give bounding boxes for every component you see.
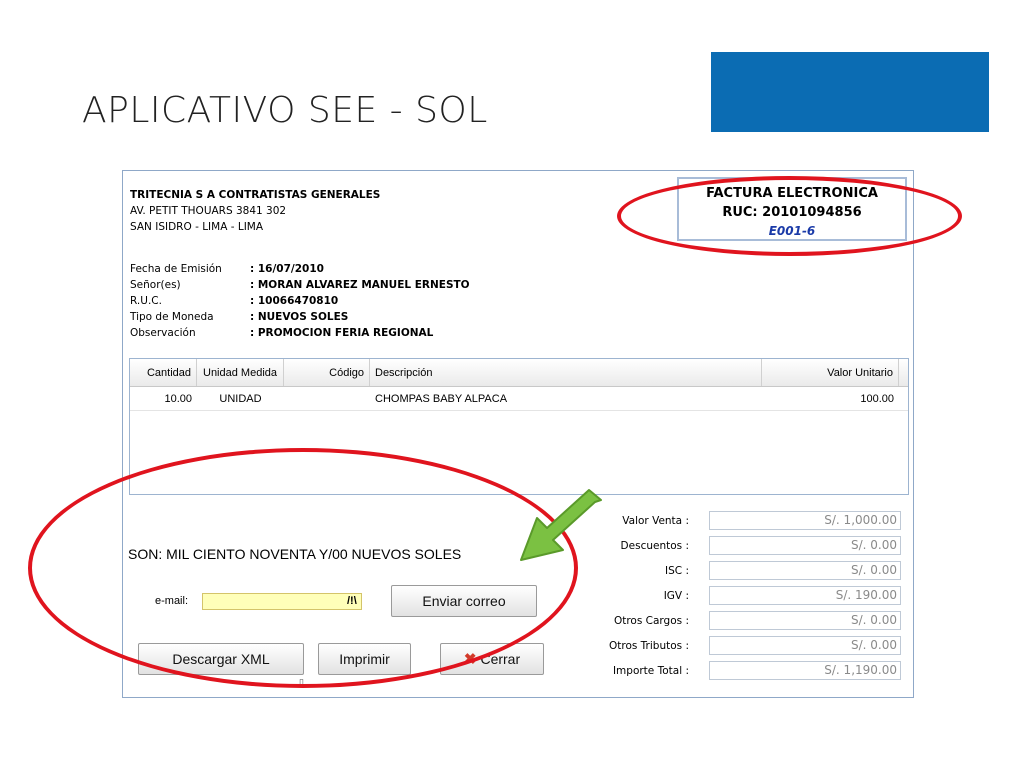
meta-value: : NUEVOS SOLES bbox=[250, 311, 349, 323]
total-row: ISC : S/. 0.00 bbox=[603, 559, 903, 584]
meta-label: Señor(es) bbox=[130, 279, 181, 291]
total-row: Descuentos : S/. 0.00 bbox=[603, 534, 903, 559]
meta-label: Observación bbox=[130, 327, 196, 339]
total-label: Importe Total : bbox=[612, 665, 689, 677]
total-label: Descuentos : bbox=[620, 540, 689, 552]
total-row: Importe Total : S/. 1,190.00 bbox=[603, 659, 903, 684]
total-label: Otros Cargos : bbox=[613, 615, 689, 627]
meta-row: R.U.C. : 10066470810 bbox=[130, 293, 470, 309]
meta-row: Fecha de Emisión : 16/07/2010 bbox=[130, 261, 470, 277]
total-row: Otros Tributos : S/. 0.00 bbox=[603, 634, 903, 659]
column-header-valor-unitario[interactable]: Valor Unitario bbox=[762, 359, 899, 386]
total-value-field: S/. 1,000.00 bbox=[709, 511, 901, 530]
green-arrow-icon bbox=[520, 489, 602, 561]
meta-label: R.U.C. bbox=[130, 295, 162, 307]
cell-unidad: UNIDAD bbox=[219, 392, 262, 405]
accent-block bbox=[711, 52, 989, 132]
cell-descripcion: CHOMPAS BABY ALPACA bbox=[375, 392, 508, 405]
slide-title: APLICATIVO SEE - SOL bbox=[82, 90, 488, 131]
total-value-field: S/. 0.00 bbox=[709, 536, 901, 555]
meta-label: Tipo de Moneda bbox=[130, 311, 214, 323]
total-label: ISC : bbox=[665, 565, 689, 577]
meta-row: Tipo de Moneda : NUEVOS SOLES bbox=[130, 309, 470, 325]
total-value-field: S/. 0.00 bbox=[709, 561, 901, 580]
column-header-unidad[interactable]: Unidad Medida bbox=[197, 359, 284, 386]
cell-cantidad: 10.00 bbox=[164, 392, 192, 405]
meta-value: : 10066470810 bbox=[250, 295, 339, 307]
total-label: IGV : bbox=[663, 590, 689, 602]
cell-valor-unitario: 100.00 bbox=[860, 392, 894, 405]
total-row: Otros Cargos : S/. 0.00 bbox=[603, 609, 903, 634]
company-info: TRITECNIA S A CONTRATISTAS GENERALES AV.… bbox=[130, 187, 380, 235]
total-row: IGV : S/. 190.00 bbox=[603, 584, 903, 609]
total-value-field: S/. 1,190.00 bbox=[709, 661, 901, 680]
company-name: TRITECNIA S A CONTRATISTAS GENERALES bbox=[130, 189, 381, 201]
column-header-cantidad[interactable]: Cantidad bbox=[130, 359, 197, 386]
meta-value: : MORAN ALVAREZ MANUEL ERNESTO bbox=[250, 279, 470, 291]
invoice-meta: Fecha de Emisión : 16/07/2010 Señor(es) … bbox=[130, 261, 470, 341]
column-header-codigo[interactable]: Código bbox=[284, 359, 370, 386]
highlight-ellipse-document bbox=[617, 176, 962, 256]
column-header-descripcion[interactable]: Descripción bbox=[370, 359, 762, 386]
total-row: Valor Venta : S/. 1,000.00 bbox=[603, 509, 903, 534]
highlight-ellipse-actions bbox=[28, 448, 578, 688]
total-value-field: S/. 0.00 bbox=[709, 636, 901, 655]
meta-row: Señor(es) : MORAN ALVAREZ MANUEL ERNESTO bbox=[130, 277, 470, 293]
total-label: Otros Tributos : bbox=[608, 640, 689, 652]
total-value-field: S/. 0.00 bbox=[709, 611, 901, 630]
company-address-1: AV. PETIT THOUARS 3841 302 bbox=[130, 205, 287, 217]
meta-row: Observación : PROMOCION FERIA REGIONAL bbox=[130, 325, 470, 341]
totals-panel: Valor Venta : S/. 1,000.00 Descuentos : … bbox=[603, 509, 903, 684]
total-value-field: S/. 190.00 bbox=[709, 586, 901, 605]
total-label: Valor Venta : bbox=[622, 515, 689, 527]
meta-value: : PROMOCION FERIA REGIONAL bbox=[250, 327, 434, 339]
company-address-2: SAN ISIDRO - LIMA - LIMA bbox=[130, 221, 264, 233]
meta-label: Fecha de Emisión bbox=[130, 263, 222, 275]
grid-header: Cantidad Unidad Medida Código Descripció… bbox=[130, 359, 908, 387]
table-row[interactable]: 10.00 UNIDAD CHOMPAS BABY ALPACA 100.00 bbox=[130, 387, 908, 411]
meta-value: : 16/07/2010 bbox=[250, 263, 324, 275]
